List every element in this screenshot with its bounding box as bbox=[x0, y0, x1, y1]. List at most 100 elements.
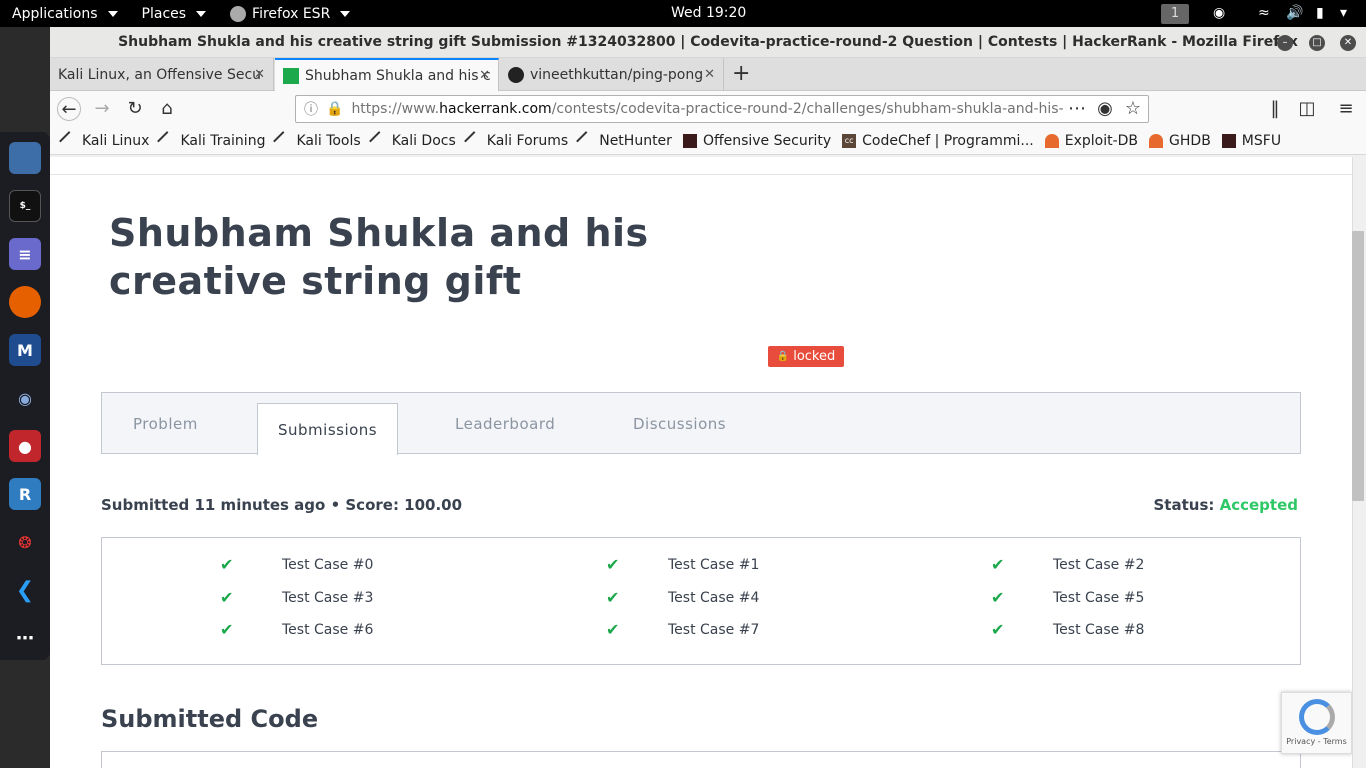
files-icon[interactable] bbox=[9, 142, 41, 174]
hamburger-menu-icon[interactable]: ≡ bbox=[1334, 97, 1358, 121]
clock[interactable]: Wed 19:20 bbox=[671, 5, 746, 21]
test-case[interactable]: ✔ Test Case #4 bbox=[606, 588, 759, 607]
test-case-label: Test Case #4 bbox=[668, 589, 760, 606]
firefox-icon[interactable] bbox=[9, 286, 41, 318]
test-case[interactable]: ✔ Test Case #2 bbox=[991, 555, 1144, 574]
codechef-icon: cc bbox=[842, 133, 857, 148]
bookmark-offensive-security[interactable]: Offensive Security bbox=[682, 133, 831, 149]
pocket-icon[interactable]: ◉ bbox=[1093, 97, 1117, 121]
tab-problem[interactable]: Problem bbox=[133, 393, 198, 454]
firefox-app-menu[interactable]: Firefox ESR bbox=[218, 0, 362, 27]
bookmark-kali-training[interactable]: Kali Training bbox=[157, 130, 266, 151]
tab-github[interactable]: vineethkuttan/ping-pong ✕ bbox=[500, 58, 724, 91]
new-tab-icon[interactable]: + bbox=[732, 63, 750, 85]
test-case[interactable]: ✔ Test Case #3 bbox=[220, 588, 373, 607]
bookmark-kali-linux[interactable]: Kali Linux bbox=[59, 130, 149, 151]
bookmark-label: Kali Forums bbox=[486, 132, 569, 149]
library-icon[interactable]: ‖ bbox=[1263, 97, 1287, 121]
github-favicon-icon bbox=[508, 66, 524, 83]
wifi-icon[interactable]: ≈ bbox=[1258, 5, 1270, 21]
bookmark-label: MSFU bbox=[1241, 132, 1282, 149]
cherry-icon[interactable]: ● bbox=[9, 430, 41, 462]
kali-dragon-icon bbox=[576, 130, 597, 151]
url-prefix: https://www. bbox=[351, 101, 440, 117]
volume-icon[interactable]: 🔊 bbox=[1286, 5, 1303, 21]
home-icon[interactable]: ⌂ bbox=[155, 97, 179, 121]
spider-web-icon[interactable]: ❂ bbox=[9, 526, 41, 558]
places-menu[interactable]: Places bbox=[130, 0, 219, 27]
info-icon[interactable]: ⓘ bbox=[304, 99, 318, 119]
bookmark-msfu[interactable]: MSFU bbox=[1221, 132, 1282, 149]
bookmark-codechef[interactable]: cc CodeChef | Programmi... bbox=[842, 133, 1034, 149]
test-case-label: Test Case #7 bbox=[668, 621, 760, 638]
test-case[interactable]: ✔ Test Case #7 bbox=[606, 620, 759, 639]
check-icon: ✔ bbox=[991, 588, 1005, 607]
bookmark-ghdb[interactable]: GHDB bbox=[1149, 133, 1211, 149]
status-badge: Accepted bbox=[1219, 496, 1298, 514]
page-content: Shubham Shukla and his creative string g… bbox=[50, 157, 1366, 768]
divider bbox=[50, 174, 1352, 175]
dock: $_ ≡ M ◉ ● R ❂ ❮ ⋯ bbox=[0, 132, 50, 660]
r-icon[interactable]: R bbox=[9, 478, 41, 510]
bookmark-kali-docs[interactable]: Kali Docs bbox=[368, 130, 456, 151]
tab-kali-linux[interactable]: Kali Linux, an Offensive Secu ✕ bbox=[50, 58, 274, 91]
camera-icon[interactable]: ◉ bbox=[1213, 5, 1225, 21]
tab-leaderboard[interactable]: Leaderboard bbox=[455, 393, 555, 454]
bookmark-kali-tools[interactable]: Kali Tools bbox=[273, 130, 361, 151]
submission-status: Status: Accepted bbox=[1154, 496, 1299, 514]
maximize-icon[interactable]: □ bbox=[1309, 35, 1325, 51]
bookmark-label: Kali Tools bbox=[296, 132, 361, 149]
scrollbar-thumb[interactable] bbox=[1352, 231, 1364, 501]
tab-hackerrank[interactable]: Shubham Shukla and his c ✕ bbox=[275, 58, 499, 91]
bookmark-exploit-db[interactable]: Exploit-DB bbox=[1044, 133, 1138, 149]
bookmark-kali-forums[interactable]: Kali Forums bbox=[463, 130, 569, 151]
firefox-app-label: Firefox ESR bbox=[252, 5, 331, 22]
bookmark-star-icon[interactable]: ☆ bbox=[1121, 97, 1145, 121]
test-case[interactable]: ✔ Test Case #0 bbox=[220, 555, 373, 574]
text-editor-icon[interactable]: ≡ bbox=[9, 238, 41, 270]
tab-discussions[interactable]: Discussions bbox=[633, 393, 726, 454]
bookmarks-toolbar: Kali Linux Kali Training Kali Tools Kali… bbox=[50, 127, 1366, 155]
test-case[interactable]: ✔ Test Case #6 bbox=[220, 620, 373, 639]
scrollbar[interactable] bbox=[1352, 157, 1366, 768]
app-grid-icon[interactable]: ⋯ bbox=[9, 622, 41, 654]
url-domain: hackerrank.com bbox=[439, 101, 552, 117]
bookmark-label: NetHunter bbox=[599, 132, 672, 149]
status-label: Status: bbox=[1153, 496, 1215, 514]
vscode-icon[interactable]: ❮ bbox=[9, 574, 41, 606]
forward-icon[interactable]: → bbox=[90, 97, 114, 121]
test-cases-panel: ✔ Test Case #0 ✔ Test Case #1 ✔ Test Case #… bbox=[101, 537, 1301, 665]
power-menu-icon[interactable]: ▾ bbox=[1340, 5, 1347, 21]
test-case-label: Test Case #2 bbox=[1053, 556, 1145, 573]
places-label: Places bbox=[141, 5, 187, 22]
reload-icon[interactable]: ↻ bbox=[123, 97, 147, 121]
page-actions-icon[interactable]: ⋯ bbox=[1065, 97, 1089, 121]
test-case[interactable]: ✔ Test Case #1 bbox=[606, 555, 759, 574]
page-title: Shubham Shukla and his creative string g… bbox=[109, 211, 649, 303]
metasploit-icon[interactable]: M bbox=[9, 334, 41, 366]
workspace-indicator[interactable]: 1 bbox=[1161, 4, 1189, 24]
eye-icon[interactable]: ◉ bbox=[9, 382, 41, 414]
close-tab-icon[interactable]: ✕ bbox=[479, 68, 490, 83]
check-icon: ✔ bbox=[606, 620, 620, 639]
bookmark-nethunter[interactable]: NetHunter bbox=[576, 130, 672, 151]
bookmark-label: GHDB bbox=[1169, 132, 1211, 149]
kali-dragon-icon bbox=[59, 130, 79, 151]
tab-submissions[interactable]: Submissions bbox=[257, 403, 399, 455]
recaptcha-badge[interactable]: Privacy - Terms bbox=[1281, 692, 1352, 754]
minimize-icon[interactable]: – bbox=[1277, 35, 1293, 51]
test-case[interactable]: ✔ Test Case #5 bbox=[991, 588, 1144, 607]
recaptcha-links[interactable]: Privacy - Terms bbox=[1286, 737, 1347, 746]
back-icon[interactable]: ← bbox=[57, 97, 81, 121]
applications-menu[interactable]: Applications bbox=[0, 0, 130, 27]
close-tab-icon[interactable]: ✕ bbox=[704, 67, 715, 82]
test-case[interactable]: ✔ Test Case #8 bbox=[991, 620, 1144, 639]
close-tab-icon[interactable]: ✕ bbox=[254, 67, 265, 82]
battery-icon[interactable]: ▮ bbox=[1316, 5, 1324, 21]
terminal-icon[interactable]: $_ bbox=[9, 190, 41, 222]
bookmark-label: Kali Training bbox=[180, 132, 266, 149]
sidebar-icon[interactable]: ◫ bbox=[1295, 97, 1319, 121]
firefox-window: Shubham Shukla and his creative string g… bbox=[50, 27, 1366, 768]
url-bar[interactable]: ⓘ 🔒 https://www. hackerrank.com/contests/… bbox=[295, 95, 1149, 123]
close-icon[interactable]: ✕ bbox=[1340, 35, 1356, 51]
